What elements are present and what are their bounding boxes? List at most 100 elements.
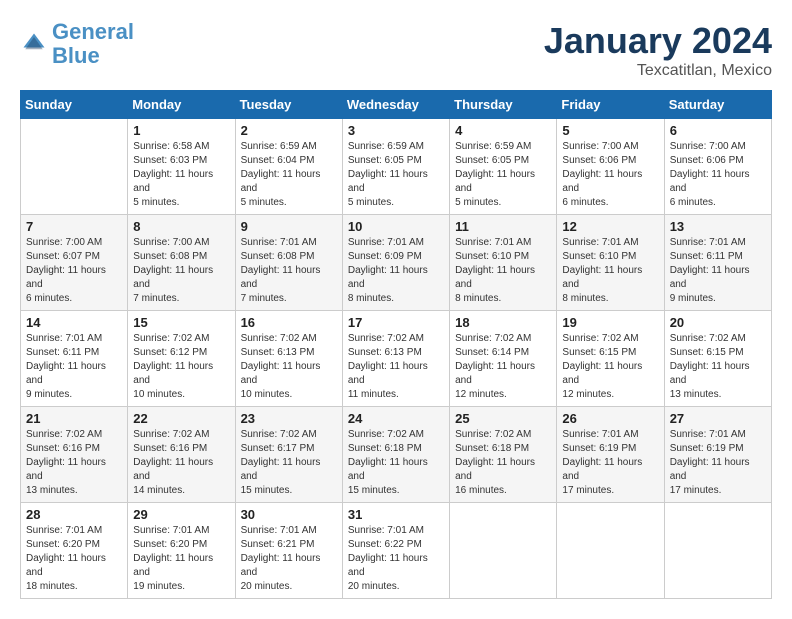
day-info: Sunrise: 7:02 AMSunset: 6:16 PMDaylight:… — [26, 428, 122, 498]
day-number: 2 — [241, 123, 337, 138]
day-number: 4 — [455, 123, 551, 138]
calendar-cell — [21, 119, 128, 215]
day-info: Sunrise: 6:59 AMSunset: 6:04 PMDaylight:… — [241, 140, 337, 210]
col-thursday: Thursday — [450, 91, 557, 119]
day-info: Sunrise: 7:02 AMSunset: 6:15 PMDaylight:… — [562, 332, 658, 402]
day-number: 13 — [670, 219, 766, 234]
calendar-week-3: 14 Sunrise: 7:01 AMSunset: 6:11 PMDayligh… — [21, 311, 772, 407]
calendar-cell: 1Sunrise: 6:58 AMSunset: 6:03 PMDaylight… — [128, 119, 235, 215]
calendar-cell: 15Sunrise: 7:02 AMSunset: 6:12 PMDayligh… — [128, 311, 235, 407]
location-title: Texcatitlan, Mexico — [544, 62, 772, 80]
day-info: Sunrise: 7:02 AMSunset: 6:13 PMDaylight:… — [241, 332, 337, 402]
day-number: 14 — [26, 315, 122, 330]
day-number: 6 — [670, 123, 766, 138]
day-info: Sunrise: 7:01 AMSunset: 6:20 PMDaylight:… — [26, 524, 122, 594]
col-saturday: Saturday — [664, 91, 771, 119]
calendar-cell: 5 Sunrise: 7:00 AMSunset: 6:06 PMDaylight… — [557, 119, 664, 215]
day-number: 16 — [241, 315, 337, 330]
calendar-cell: 17 Sunrise: 7:02 AMSunset: 6:13 PMDayligh… — [342, 311, 449, 407]
calendar-week-5: 28 Sunrise: 7:01 AMSunset: 6:20 PMDayligh… — [21, 503, 772, 599]
day-info: Sunrise: 7:01 AMSunset: 6:10 PMDaylight:… — [455, 236, 551, 306]
calendar-cell: 21 Sunrise: 7:02 AMSunset: 6:16 PMDayligh… — [21, 407, 128, 503]
col-wednesday: Wednesday — [342, 91, 449, 119]
day-info: Sunrise: 7:01 AMSunset: 6:11 PMDaylight:… — [26, 332, 122, 402]
day-number: 11 — [455, 219, 551, 234]
calendar-cell: 22Sunrise: 7:02 AMSunset: 6:16 PMDayligh… — [128, 407, 235, 503]
day-number: 30 — [241, 507, 337, 522]
calendar-cell: 25Sunrise: 7:02 AMSunset: 6:18 PMDayligh… — [450, 407, 557, 503]
month-title: January 2024 — [544, 20, 772, 62]
day-number: 22 — [133, 411, 229, 426]
logo-text: General Blue — [52, 20, 134, 68]
calendar-cell: 9Sunrise: 7:01 AMSunset: 6:08 PMDaylight… — [235, 215, 342, 311]
day-number: 28 — [26, 507, 122, 522]
page-header: General Blue January 2024 Texcatitlan, M… — [20, 20, 772, 80]
day-number: 7 — [26, 219, 122, 234]
calendar-table: Sunday Monday Tuesday Wednesday Thursday… — [20, 90, 772, 599]
calendar-cell: 12 Sunrise: 7:01 AMSunset: 6:10 PMDayligh… — [557, 215, 664, 311]
calendar-cell: 18 Sunrise: 7:02 AMSunset: 6:14 PMDayligh… — [450, 311, 557, 407]
day-info: Sunrise: 7:00 AMSunset: 6:06 PMDaylight:… — [562, 140, 658, 210]
calendar-cell: 30Sunrise: 7:01 AMSunset: 6:21 PMDayligh… — [235, 503, 342, 599]
day-info: Sunrise: 6:58 AMSunset: 6:03 PMDaylight:… — [133, 140, 229, 210]
calendar-cell: 11 Sunrise: 7:01 AMSunset: 6:10 PMDayligh… — [450, 215, 557, 311]
logo-icon — [20, 30, 48, 58]
day-number: 20 — [670, 315, 766, 330]
day-number: 19 — [562, 315, 658, 330]
day-info: Sunrise: 7:02 AMSunset: 6:15 PMDaylight:… — [670, 332, 766, 402]
header-row: Sunday Monday Tuesday Wednesday Thursday… — [21, 91, 772, 119]
calendar-cell — [557, 503, 664, 599]
calendar-cell — [450, 503, 557, 599]
day-info: Sunrise: 7:02 AMSunset: 6:14 PMDaylight:… — [455, 332, 551, 402]
day-info: Sunrise: 7:00 AMSunset: 6:06 PMDaylight:… — [670, 140, 766, 210]
day-info: Sunrise: 7:02 AMSunset: 6:17 PMDaylight:… — [241, 428, 337, 498]
day-number: 18 — [455, 315, 551, 330]
day-number: 15 — [133, 315, 229, 330]
logo-line2: Blue — [52, 43, 100, 68]
calendar-week-1: 1Sunrise: 6:58 AMSunset: 6:03 PMDaylight… — [21, 119, 772, 215]
calendar-cell: 26Sunrise: 7:01 AMSunset: 6:19 PMDayligh… — [557, 407, 664, 503]
calendar-cell — [664, 503, 771, 599]
calendar-cell: 28 Sunrise: 7:01 AMSunset: 6:20 PMDayligh… — [21, 503, 128, 599]
day-info: Sunrise: 7:01 AMSunset: 6:20 PMDaylight:… — [133, 524, 229, 594]
day-info: Sunrise: 7:01 AMSunset: 6:19 PMDaylight:… — [562, 428, 658, 498]
day-number: 9 — [241, 219, 337, 234]
logo-line1: General — [52, 19, 134, 44]
calendar-cell: 3Sunrise: 6:59 AMSunset: 6:05 PMDaylight… — [342, 119, 449, 215]
day-info: Sunrise: 7:01 AMSunset: 6:22 PMDaylight:… — [348, 524, 444, 594]
day-number: 23 — [241, 411, 337, 426]
day-number: 5 — [562, 123, 658, 138]
day-number: 12 — [562, 219, 658, 234]
day-number: 21 — [26, 411, 122, 426]
day-info: Sunrise: 6:59 AMSunset: 6:05 PMDaylight:… — [455, 140, 551, 210]
day-info: Sunrise: 7:02 AMSunset: 6:13 PMDaylight:… — [348, 332, 444, 402]
title-area: January 2024 Texcatitlan, Mexico — [544, 20, 772, 80]
calendar-body: 1Sunrise: 6:58 AMSunset: 6:03 PMDaylight… — [21, 119, 772, 599]
calendar-week-2: 7 Sunrise: 7:00 AMSunset: 6:07 PMDaylight… — [21, 215, 772, 311]
calendar-cell: 14 Sunrise: 7:01 AMSunset: 6:11 PMDayligh… — [21, 311, 128, 407]
calendar-cell: 7 Sunrise: 7:00 AMSunset: 6:07 PMDaylight… — [21, 215, 128, 311]
day-info: Sunrise: 7:01 AMSunset: 6:10 PMDaylight:… — [562, 236, 658, 306]
day-number: 10 — [348, 219, 444, 234]
calendar-cell: 20 Sunrise: 7:02 AMSunset: 6:15 PMDayligh… — [664, 311, 771, 407]
calendar-cell: 8Sunrise: 7:00 AMSunset: 6:08 PMDaylight… — [128, 215, 235, 311]
calendar-cell: 24 Sunrise: 7:02 AMSunset: 6:18 PMDayligh… — [342, 407, 449, 503]
calendar-cell: 4 Sunrise: 6:59 AMSunset: 6:05 PMDaylight… — [450, 119, 557, 215]
day-number: 17 — [348, 315, 444, 330]
day-number: 24 — [348, 411, 444, 426]
day-info: Sunrise: 7:01 AMSunset: 6:19 PMDaylight:… — [670, 428, 766, 498]
col-tuesday: Tuesday — [235, 91, 342, 119]
calendar-cell: 2 Sunrise: 6:59 AMSunset: 6:04 PMDaylight… — [235, 119, 342, 215]
calendar-week-4: 21 Sunrise: 7:02 AMSunset: 6:16 PMDayligh… — [21, 407, 772, 503]
col-monday: Monday — [128, 91, 235, 119]
col-friday: Friday — [557, 91, 664, 119]
day-info: Sunrise: 7:02 AMSunset: 6:18 PMDaylight:… — [348, 428, 444, 498]
day-info: Sunrise: 7:01 AMSunset: 6:11 PMDaylight:… — [670, 236, 766, 306]
day-number: 31 — [348, 507, 444, 522]
day-number: 8 — [133, 219, 229, 234]
calendar-cell: 31 Sunrise: 7:01 AMSunset: 6:22 PMDayligh… — [342, 503, 449, 599]
day-info: Sunrise: 7:00 AMSunset: 6:07 PMDaylight:… — [26, 236, 122, 306]
day-number: 3 — [348, 123, 444, 138]
day-info: Sunrise: 7:01 AMSunset: 6:09 PMDaylight:… — [348, 236, 444, 306]
day-number: 29 — [133, 507, 229, 522]
